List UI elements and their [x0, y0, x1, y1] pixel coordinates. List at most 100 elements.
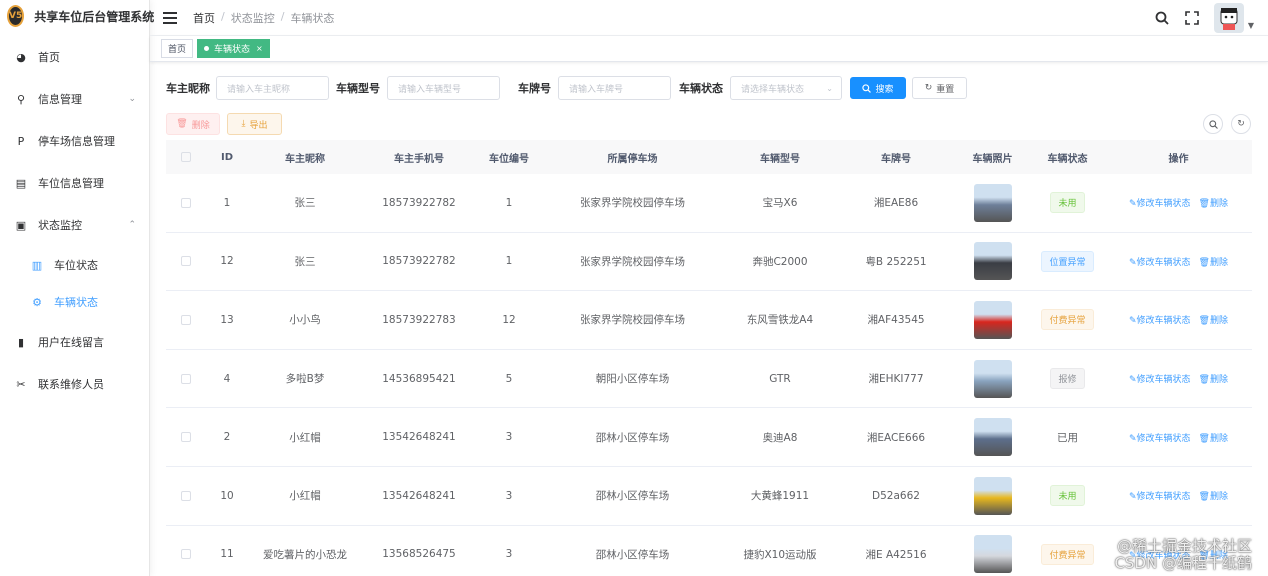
logo-badge: V5 [7, 5, 25, 27]
row-checkbox[interactable] [181, 256, 191, 267]
cell-model: 东风雪铁龙A4 [746, 314, 814, 327]
avatar[interactable] [1213, 3, 1244, 33]
hamburger-icon[interactable] [163, 11, 177, 24]
cell-space: 3 [505, 548, 513, 561]
vehicle-photo[interactable] [973, 183, 1012, 222]
vehicle-photo[interactable] [973, 476, 1012, 515]
vehicle-photo[interactable] [973, 535, 1012, 574]
header-checkbox-cell [166, 152, 206, 162]
toggle-search-button[interactable] [1203, 114, 1223, 134]
cell-status: 未用 [1030, 192, 1105, 214]
sidebar-item-book[interactable]: ▮ 用户在线留言 [0, 321, 150, 363]
status-badge: 报修 [1050, 368, 1085, 390]
fullscreen-icon[interactable] [1184, 10, 1200, 26]
edit-status-link[interactable]: ✎修改车辆状态 [1129, 372, 1191, 385]
edit-icon: ✎ [1128, 492, 1137, 503]
delete-link[interactable]: 🗑删除 [1199, 431, 1228, 444]
vehicle-photo[interactable] [973, 359, 1012, 398]
table-row: 2 小红帽 13542648241 3 邵林小区停车场 奥迪A8 湘EACE666 已用 ✎修改… [166, 408, 1252, 467]
sidebar-item-car-status[interactable]: ⚙ 车辆状态 [0, 281, 150, 323]
trash-icon: 🗑 [1198, 492, 1210, 503]
checkbox-cell [166, 197, 206, 208]
row-checkbox[interactable] [181, 197, 191, 208]
delete-link[interactable]: 🗑删除 [1199, 313, 1228, 326]
plate-input[interactable]: 请输入车牌号 [558, 76, 671, 100]
export-button-label: 导出 [249, 120, 268, 131]
cell-phone: 13542648241 [382, 431, 456, 444]
search-button-label: 搜索 [875, 84, 894, 95]
cell-space: 1 [505, 255, 513, 268]
cell-space: 5 [505, 372, 513, 385]
edit-status-link[interactable]: ✎修改车辆状态 [1129, 196, 1191, 209]
delete-link[interactable]: 🗑删除 [1199, 196, 1228, 209]
edit-status-label: 修改车辆状态 [1136, 199, 1191, 210]
key-icon: ⚲ [16, 92, 26, 106]
cell-lot: 张家界学院校园停车场 [580, 314, 685, 327]
cell-owner: 小红帽 [289, 431, 321, 444]
row-checkbox[interactable] [181, 373, 191, 384]
cell-model: 宝马X6 [762, 197, 798, 210]
edit-status-link[interactable]: ✎修改车辆状态 [1129, 431, 1191, 444]
edit-status-link[interactable]: ✎修改车辆状态 [1129, 255, 1191, 268]
row-checkbox[interactable] [181, 549, 191, 560]
sidebar-item-monitor[interactable]: ▣ 状态监控 ⌃ [0, 204, 150, 246]
cell-lot: 张家界学院校园停车场 [580, 255, 685, 268]
sidebar-item-dashboard[interactable]: ◕ 首页 [0, 36, 150, 78]
delete-button[interactable]: 🗑 删除 [166, 113, 220, 135]
delete-link[interactable]: 🗑删除 [1199, 372, 1228, 385]
owner-input[interactable]: 请输入车主昵称 [216, 76, 329, 100]
edit-icon: ✎ [1128, 257, 1137, 268]
table-row: 12 张三 18573922782 1 张家界学院校园停车场 奔驰C2000 粤B 2522… [166, 233, 1252, 292]
table-row: 13 小小鸟 18573922783 12 张家界学院校园停车场 东风雪铁龙A4 湘AF43… [166, 291, 1252, 350]
breadcrumb-monitor: 状态监控 [230, 11, 275, 25]
status-select[interactable]: 请选择车辆状态 ⌄ [730, 76, 842, 100]
monitor-icon: ▣ [15, 218, 27, 232]
edit-status-label: 修改车辆状态 [1136, 316, 1191, 327]
select-all-checkbox[interactable] [181, 152, 191, 162]
reset-button[interactable]: ↻ 重置 [912, 77, 967, 99]
edit-status-link[interactable]: ✎修改车辆状态 [1129, 313, 1191, 326]
refresh-button[interactable]: ↻ [1231, 114, 1251, 134]
model-placeholder: 请输入车辆型号 [398, 84, 462, 95]
vehicle-photo[interactable] [973, 242, 1012, 281]
cell-owner: 爱吃薯片的小恐龙 [263, 548, 347, 561]
vehicle-photo[interactable] [973, 418, 1012, 457]
tags-view: 首页 车辆状态 × [150, 36, 1268, 62]
sidebar-item-tool[interactable]: ✂ 联系维修人员 [0, 363, 150, 405]
tag-vehicle-status[interactable]: 车辆状态 × [197, 39, 270, 58]
row-checkbox[interactable] [181, 314, 191, 325]
tag-home[interactable]: 首页 [161, 39, 194, 58]
sidebar-item-label: 联系维修人员 [38, 378, 104, 391]
vehicle-photo[interactable] [973, 300, 1012, 339]
delete-label: 删除 [1209, 199, 1228, 210]
delete-link[interactable]: 🗑删除 [1199, 489, 1228, 502]
close-icon[interactable]: × [256, 44, 263, 53]
cell-plate: 湘EACE666 [866, 431, 926, 444]
column-header: 车辆状态 [1047, 153, 1088, 165]
breadcrumb-home[interactable]: 首页 [193, 10, 215, 26]
sidebar-item-parking[interactable]: P 停车场信息管理 [0, 120, 150, 162]
search-icon[interactable] [1154, 10, 1170, 26]
cell-owner: 小小鸟 [289, 314, 321, 327]
chevron-down-icon: ⌄ [826, 83, 833, 93]
chevron-up-icon: ⌃ [128, 220, 136, 230]
app-root: V5 共享车位后台管理系统 ◕ 首页 ⚲ 信息管理 ⌄ P 停车场信息管理 ▤ 车位信息管理 ▣ 状… [0, 0, 1268, 576]
tag-vehicle-status-label: 车辆状态 [214, 45, 251, 55]
cell-status: 未用 [1030, 485, 1105, 507]
sidebar-item-calendar[interactable]: ▥ 车位状态 [0, 244, 150, 286]
sidebar-item-form[interactable]: ▤ 车位信息管理 [0, 162, 150, 204]
parking-icon: P [17, 134, 25, 148]
table-row: 11 爱吃薯片的小恐龙 13568526475 3 邵林小区停车场 捷豹X10运动版 湘E … [166, 526, 1252, 576]
chevron-down-icon[interactable]: ▼ [1248, 21, 1254, 30]
edit-status-link[interactable]: ✎修改车辆状态 [1129, 489, 1191, 502]
delete-link[interactable]: 🗑删除 [1199, 255, 1228, 268]
cell-lot: 邵林小区停车场 [595, 490, 670, 503]
model-input[interactable]: 请输入车辆型号 [387, 76, 500, 100]
row-checkbox[interactable] [181, 432, 191, 443]
export-button[interactable]: ⤓ 导出 [227, 113, 282, 135]
search-button[interactable]: 搜索 [850, 77, 906, 99]
cell-owner: 张三 [294, 255, 316, 268]
sidebar-item-key[interactable]: ⚲ 信息管理 ⌄ [0, 78, 150, 120]
row-checkbox[interactable] [181, 490, 191, 501]
status-placeholder: 请选择车辆状态 [741, 84, 805, 95]
